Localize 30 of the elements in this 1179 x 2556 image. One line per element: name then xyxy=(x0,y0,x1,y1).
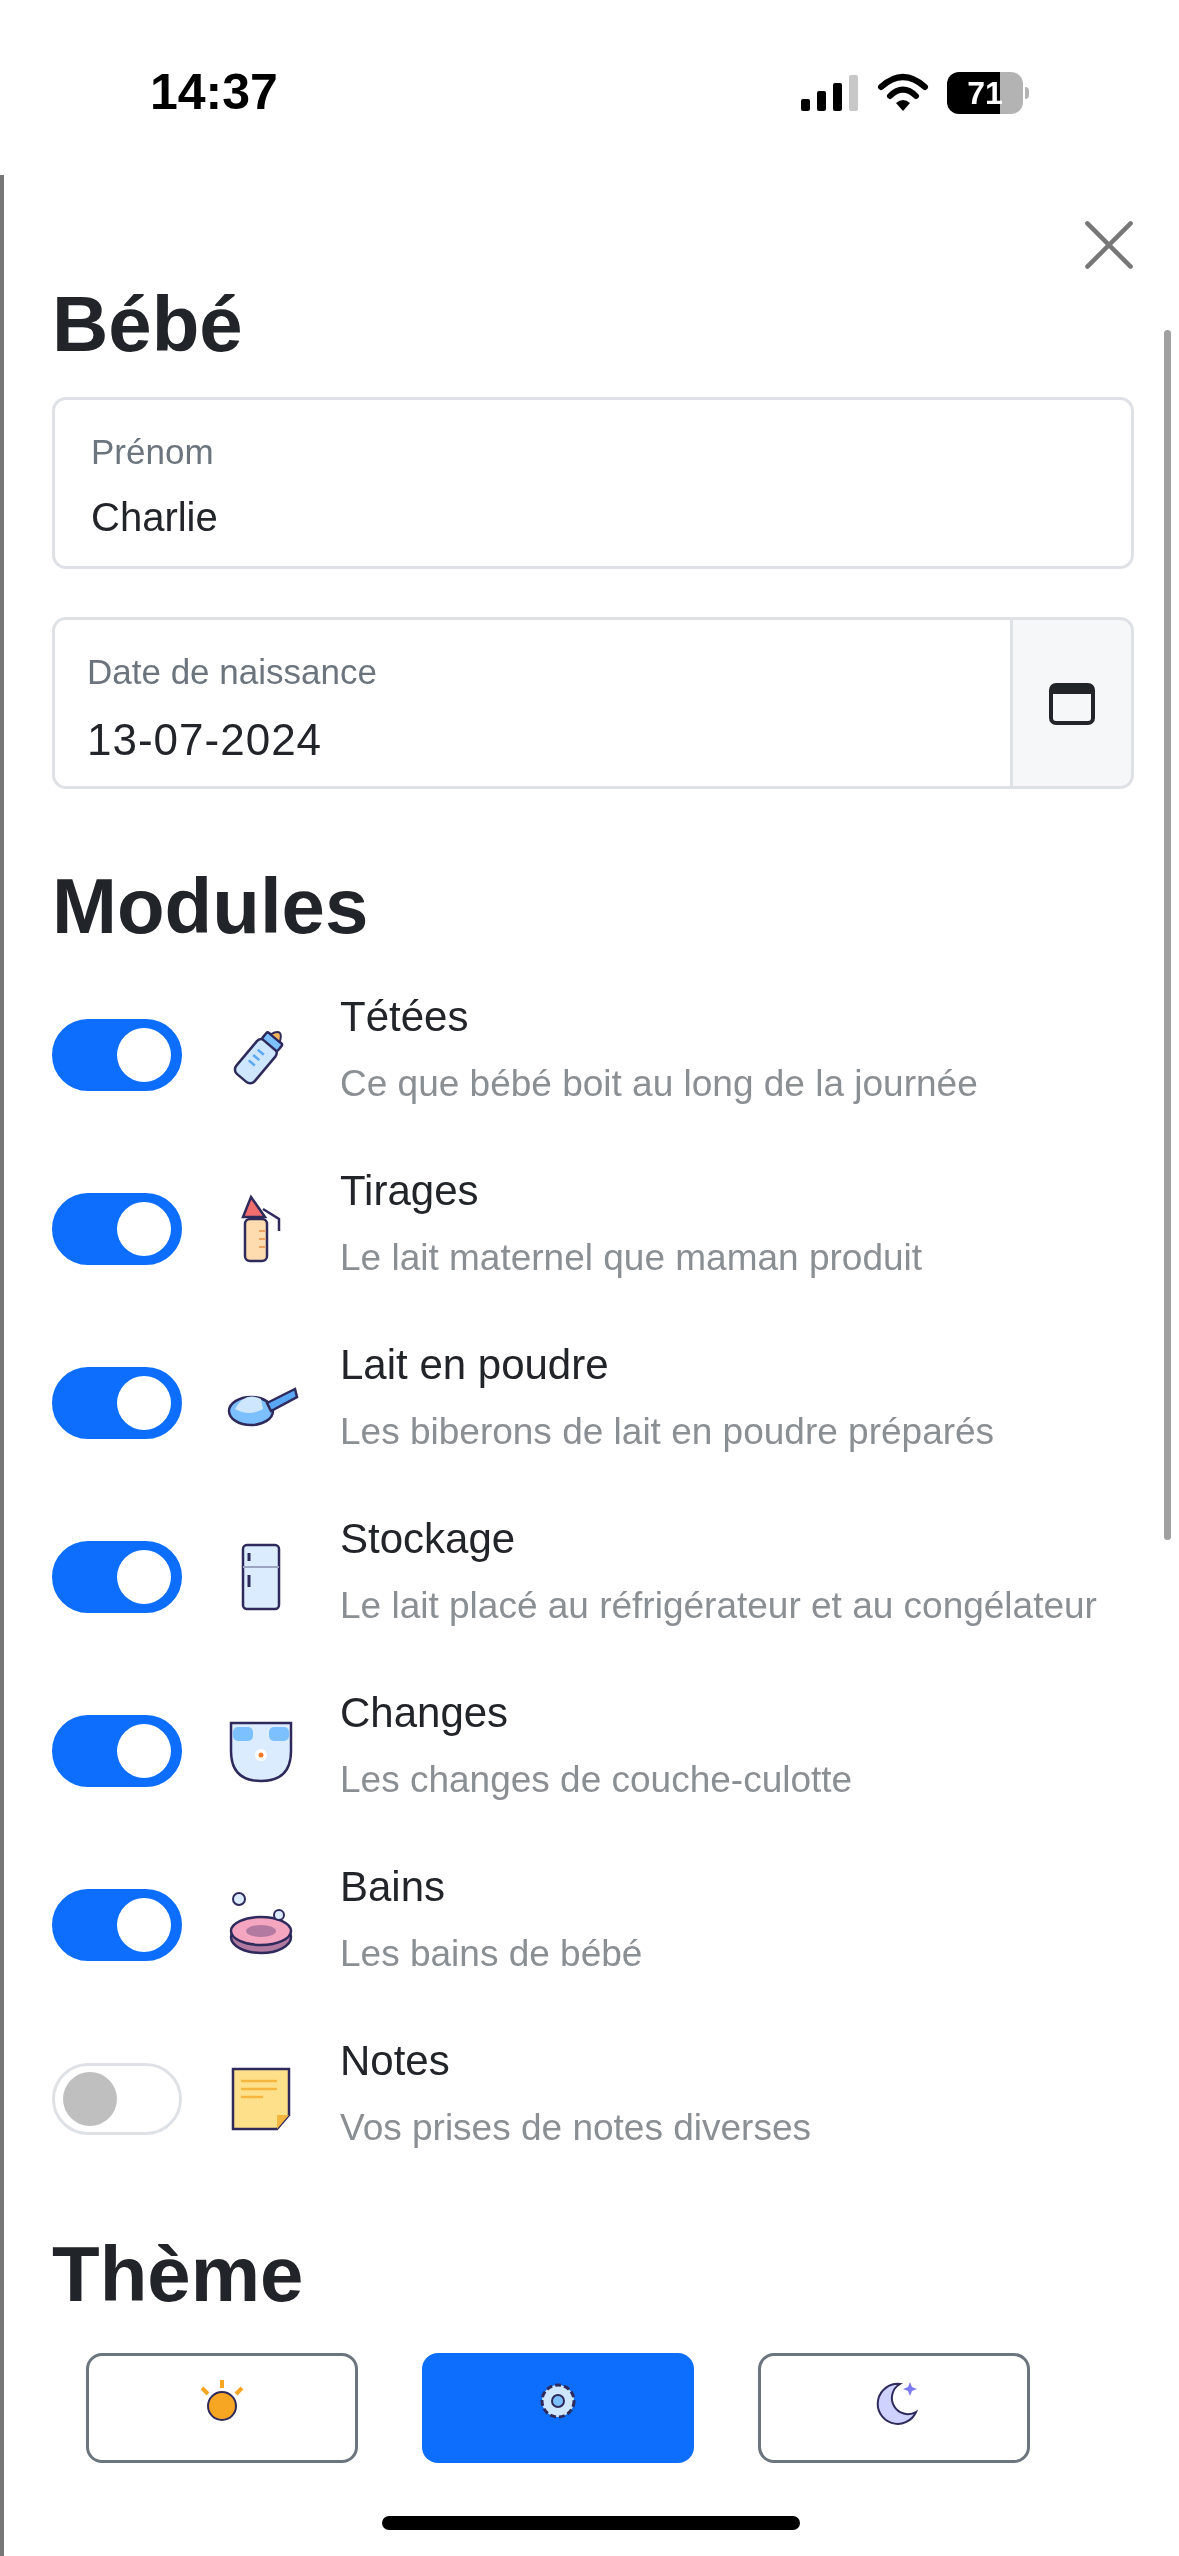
first-name-field[interactable]: Prénom Charlie xyxy=(52,397,1134,569)
module-description: Les changes de couche-culotte xyxy=(340,1758,853,1802)
module-description: Le lait placé au réfrigérateur et au congélateur xyxy=(340,1584,1097,1628)
module-name: Bains xyxy=(340,1862,447,1912)
section-title: Bébé xyxy=(52,285,244,363)
module-description: Vos prises de notes diverses xyxy=(340,2106,811,2150)
section-title: Modules xyxy=(52,867,370,945)
field-value: 13-07-2024 xyxy=(87,713,324,766)
module-description: Le lait maternel que maman produit xyxy=(340,1236,923,1280)
module-name: Lait en poudre xyxy=(340,1340,610,1390)
status-time: 14:37 xyxy=(150,63,278,122)
signal-icon xyxy=(801,72,859,113)
field-value: Charlie xyxy=(91,493,219,541)
theme-option[interactable] xyxy=(758,2353,1030,2463)
module-name: Changes xyxy=(340,1688,510,1738)
field-label: Prénom xyxy=(91,431,215,473)
field-label: Date de naissance xyxy=(87,651,378,693)
module-name: Tétées xyxy=(340,992,470,1042)
birth-date-field[interactable]: Date de naissance 13-07-2024 xyxy=(52,617,1010,789)
module-description: Ce que bébé boit au long de la journée xyxy=(340,1062,978,1106)
module-name: Notes xyxy=(340,2036,451,2086)
theme-option[interactable] xyxy=(86,2353,358,2463)
section-title: Thème xyxy=(52,2235,305,2313)
module-name: Stockage xyxy=(340,1514,517,1564)
calendar-button[interactable] xyxy=(1010,617,1134,789)
module-description: Les bains de bébé xyxy=(340,1932,643,1976)
wifi-icon xyxy=(877,72,929,113)
module-name: Tirages xyxy=(340,1166,480,1216)
module-description: Les biberons de lait en poudre préparés xyxy=(340,1410,995,1454)
theme-option[interactable] xyxy=(422,2353,694,2463)
